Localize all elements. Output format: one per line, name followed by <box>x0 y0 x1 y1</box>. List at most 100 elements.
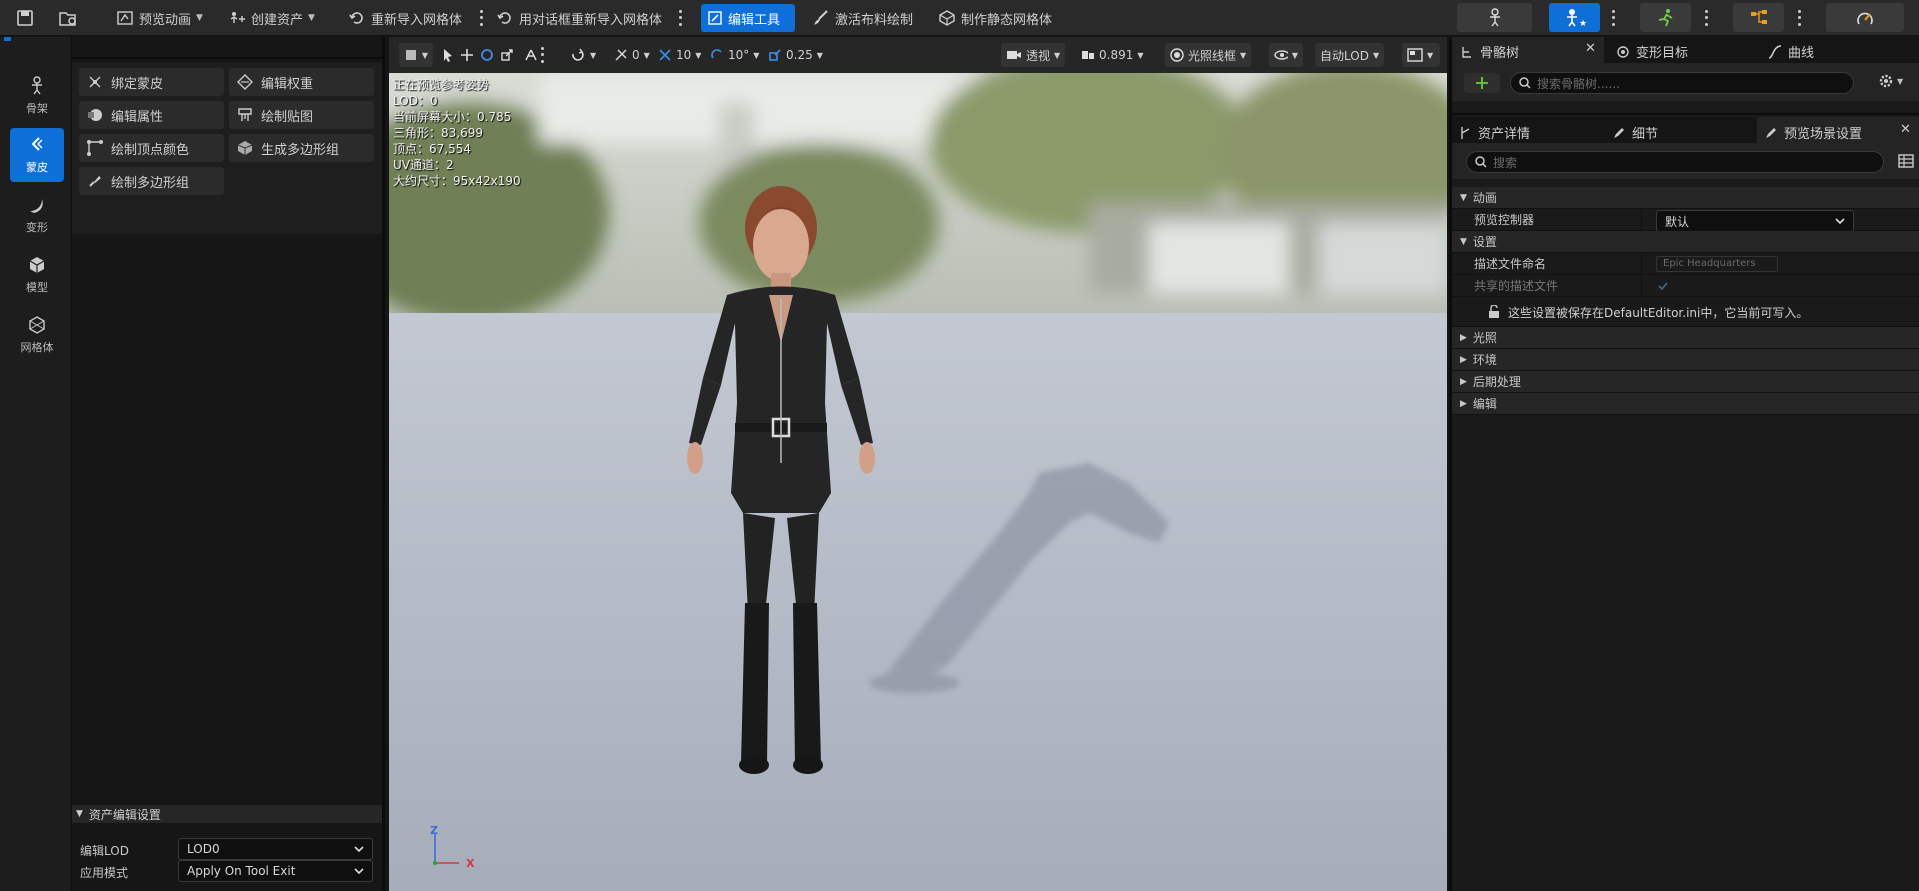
mode-skin[interactable]: 蒙皮 <box>10 128 64 182</box>
activate-cloth-paint-label: 激活布料绘制 <box>835 12 914 28</box>
preview-controller-select[interactable]: 默认 <box>1656 210 1854 232</box>
mode-skeleton[interactable]: 骨架 <box>10 69 64 123</box>
reimport-mesh-button[interactable]: 重新导入网格体 <box>342 4 468 32</box>
category-environment[interactable]: ▶ 环境 <box>1452 349 1919 371</box>
stats-line: 三角形：83,699 <box>393 126 483 140</box>
tool-paint-polygroups[interactable]: 绘制多边形组 <box>79 167 224 195</box>
browse-asset-button[interactable] <box>52 4 84 32</box>
tab-skeleton-tree[interactable]: 骨骼树 <box>1460 42 1519 61</box>
model-icon <box>29 257 45 273</box>
skeleton-settings-button[interactable]: ▼ <box>1878 73 1903 89</box>
tab-asset-details[interactable]: 资产详情 <box>1460 123 1530 142</box>
skeleton-search-input[interactable]: 搜索骨骼树...... <box>1510 72 1854 94</box>
category-environment-label: 环境 <box>1472 353 1497 367</box>
details-search-placeholder: 搜索 <box>1493 155 1518 170</box>
pencil-icon <box>1614 127 1624 138</box>
tab-curves[interactable]: 曲线 <box>1768 42 1814 61</box>
camera-icon <box>1007 51 1021 59</box>
category-edit[interactable]: ▶ 编辑 <box>1452 393 1919 415</box>
chevron-down-icon: ▼ <box>1427 50 1434 60</box>
show-button[interactable]: ▼ <box>1269 43 1303 67</box>
chevron-down-icon: ▼ <box>421 50 428 60</box>
category-settings[interactable]: ▼ 设置 <box>1452 231 1919 253</box>
blueprint-mode-options-icon[interactable] <box>1795 8 1803 28</box>
reimport-with-dialog-button[interactable]: 用对话框重新导入网格体 <box>490 4 668 32</box>
tool-paint-maps[interactable]: 绘制贴图 <box>229 101 374 129</box>
blueprint-mode-button[interactable] <box>1733 3 1784 32</box>
snap-angle-button[interactable]: 0 ▼ <box>609 43 655 67</box>
chevron-down-icon: ▼ <box>1372 50 1380 60</box>
mesh-mode-options-icon[interactable] <box>1609 8 1617 28</box>
viewport[interactable]: Z X ▼ ▼ 0 ▼ 10 ▼ 10° ▼ 0.25 ▼ 透视 ▼ 0.891 ▼ 光照线… <box>389 37 1447 891</box>
skeleton-mode-button[interactable] <box>1457 3 1532 32</box>
tab-morph-targets[interactable]: 变形目标 <box>1616 42 1688 61</box>
lod-button[interactable]: 自动LOD ▼ <box>1315 43 1385 67</box>
edit-attributes-icon <box>88 109 102 121</box>
rotation-snap-button[interactable]: 10° ▼ <box>705 43 764 67</box>
fov-button[interactable]: 0.891 ▼ <box>1076 43 1149 67</box>
save-button[interactable] <box>10 4 40 32</box>
tool-generate-polygroups[interactable]: 生成多边形组 <box>229 134 374 162</box>
skeletal-mesh-mode-button[interactable]: ★ <box>1549 3 1600 32</box>
reimport-mesh-label: 重新导入网格体 <box>371 12 463 28</box>
mode-skeleton-label: 骨架 <box>26 102 48 115</box>
create-asset-menu[interactable]: 创建资产 ▼ <box>222 4 321 32</box>
profile-name-label: 描述文件命名 <box>1452 253 1642 274</box>
animation-icon <box>117 11 133 25</box>
profile-name-input[interactable]: Epic Headquarters <box>1656 256 1778 272</box>
category-lighting[interactable]: ▶ 光照 <box>1452 327 1919 349</box>
edit-lod-select[interactable]: LOD0 <box>178 838 373 860</box>
reimport-options-icon[interactable] <box>477 8 485 28</box>
mode-deform-label: 变形 <box>26 221 48 234</box>
perspective-label: 透视 <box>1026 48 1051 63</box>
grid-snap-button[interactable]: 10 ▼ <box>653 43 706 67</box>
table-view-button[interactable] <box>1898 153 1914 173</box>
edit-tools-button[interactable]: 编辑工具 <box>701 4 795 32</box>
tool-paint-vertex-color[interactable]: 绘制顶点颜色 <box>79 134 224 162</box>
apply-mode-label: 应用模式 <box>80 866 129 880</box>
fov-value: 0.891 <box>1099 48 1134 62</box>
mode-model[interactable]: 模型 <box>10 248 64 302</box>
tool-bind-skin[interactable]: 绑定蒙皮 <box>79 68 224 96</box>
layout-button[interactable]: ▼ <box>1402 43 1440 67</box>
details-search-input[interactable]: 搜索 <box>1466 151 1884 173</box>
table-view-icon <box>1898 154 1914 168</box>
tool-edit-attributes[interactable]: 编辑属性 <box>79 101 224 129</box>
cursor-icon <box>444 49 452 62</box>
asset-details-icon <box>1461 126 1470 139</box>
reimport-dialog-options-icon[interactable] <box>676 8 684 28</box>
surface-snap-button[interactable]: ▼ <box>565 43 601 67</box>
mode-deform[interactable]: 变形 <box>10 188 64 242</box>
mode-mesh[interactable]: 网格体 <box>10 308 64 362</box>
apply-mode-select[interactable]: Apply On Tool Exit <box>178 860 373 882</box>
scale-snap-button[interactable]: 0.25 ▼ <box>763 43 828 67</box>
paint-brush-icon <box>814 10 828 25</box>
rotation-snap-value: 10° <box>728 48 750 62</box>
activate-cloth-paint-button[interactable]: 激活布料绘制 <box>806 4 919 32</box>
tab-preview-scene-settings[interactable]: 预览场景设置 <box>1764 123 1862 142</box>
asset-edit-settings-header[interactable]: ▼ 资产编辑设置 <box>72 805 382 823</box>
category-post-process[interactable]: ▶ 后期处理 <box>1452 371 1919 393</box>
category-animation[interactable]: ▼ 动画 <box>1452 187 1919 209</box>
chevron-down-icon: ▼ <box>1054 50 1061 60</box>
shared-profile-checkbox[interactable] <box>1656 279 1670 293</box>
tool-paint-maps-label: 绘制贴图 <box>261 109 314 125</box>
view-mode-button[interactable]: 光照线框 ▼ <box>1165 43 1252 67</box>
perspective-button[interactable]: 透视 ▼ <box>1001 43 1066 67</box>
physics-icon <box>1857 12 1873 24</box>
physics-mode-button[interactable] <box>1826 3 1904 32</box>
close-icon[interactable]: ✕ <box>1585 41 1596 56</box>
animation-mode-options-icon[interactable] <box>1702 8 1710 28</box>
close-icon[interactable]: ✕ <box>1900 122 1911 137</box>
chevron-down-icon <box>354 846 364 853</box>
scale-mode-button[interactable] <box>495 43 519 67</box>
animation-mode-button[interactable] <box>1640 3 1691 32</box>
tool-edit-weights[interactable]: 编辑权重 <box>229 68 374 96</box>
transform-options-icon[interactable] <box>538 45 546 65</box>
tab-details[interactable]: 细节 <box>1612 123 1658 142</box>
add-socket-button[interactable] <box>1464 73 1500 93</box>
save-icon <box>17 10 33 26</box>
viewport-options-button[interactable]: ▼ <box>399 43 433 67</box>
preview-animation-menu[interactable]: 预览动画 ▼ <box>110 4 209 32</box>
make-static-mesh-button[interactable]: 制作静态网格体 <box>932 4 1058 32</box>
